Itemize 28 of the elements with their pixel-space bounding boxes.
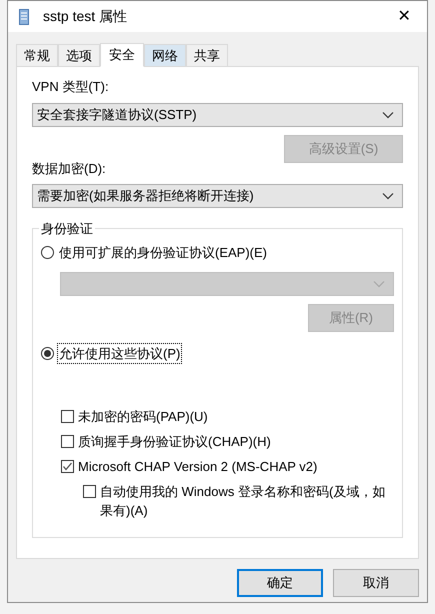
chevron-down-icon — [382, 192, 394, 200]
checkbox-label: 未加密的密码(PAP)(U) — [78, 408, 208, 426]
tab[interactable]: 安全 — [100, 43, 144, 67]
checkbox-label: Microsoft CHAP Version 2 (MS-CHAP v2) — [78, 458, 318, 476]
chevron-down-icon — [373, 280, 385, 288]
checkbox[interactable] — [83, 485, 96, 498]
radio-button[interactable] — [41, 346, 54, 360]
field-label: 数据加密(D): — [32, 160, 107, 178]
checkbox[interactable] — [61, 410, 74, 423]
server-icon — [19, 8, 29, 24]
tab[interactable]: 选项 — [58, 44, 100, 66]
checkbox[interactable] — [61, 435, 74, 448]
checkbox[interactable] — [61, 460, 74, 473]
window-title: sstp test 属性 — [43, 7, 128, 26]
vpn-type-dropdown[interactable]: 安全套接字隧道协议(SSTP) — [32, 102, 403, 126]
chevron-down-icon — [382, 110, 394, 118]
encryption-dropdown[interactable]: 需要加密(如果服务器拒绝将断开连接) — [32, 184, 403, 208]
tab[interactable]: 网络 — [144, 44, 186, 66]
radio-label: 允许使用这些协议(P) — [58, 344, 182, 363]
ok-button[interactable]: 确定 — [237, 569, 323, 597]
field-label: VPN 类型(T): — [32, 78, 110, 96]
close-button[interactable]: ✕ — [381, 1, 427, 32]
checkbox-label: 自动使用我的 Windows 登录名称和密码(及域，如果有)(A) — [100, 483, 386, 520]
tab[interactable]: 常规 — [16, 44, 58, 66]
radio-label: 使用可扩展的身份验证协议(EAP)(E) — [58, 244, 268, 262]
cancel-button[interactable]: 取消 — [333, 569, 419, 597]
checkbox-label: 质询握手身份验证协议(CHAP)(H) — [78, 433, 271, 451]
tab[interactable]: 共享 — [186, 44, 228, 66]
